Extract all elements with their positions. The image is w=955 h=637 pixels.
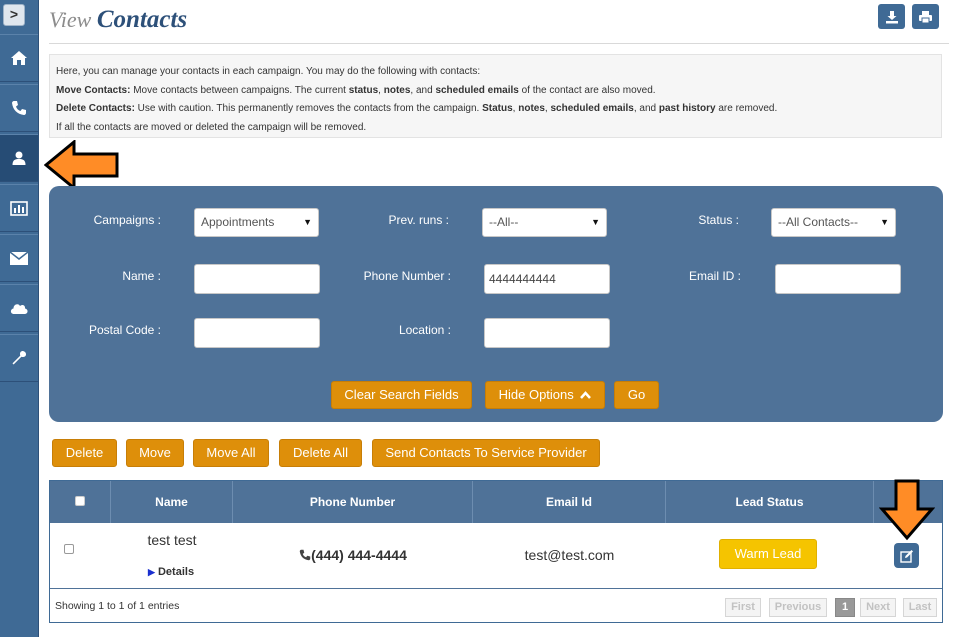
sidebar-item-tools[interactable] bbox=[0, 334, 38, 382]
email-id-input[interactable] bbox=[775, 264, 901, 294]
move-button[interactable]: Move bbox=[126, 439, 184, 467]
phone-icon bbox=[12, 101, 26, 115]
page-title-main: Contacts bbox=[96, 6, 188, 33]
print-button[interactable] bbox=[912, 4, 939, 29]
page-title: View Contacts bbox=[49, 6, 187, 34]
info-box: Here, you can manage your contacts in ea… bbox=[49, 54, 942, 138]
home-icon bbox=[11, 51, 27, 65]
info-line-delete: Delete Contacts: Use with caution. This … bbox=[56, 103, 778, 114]
contact-name: test test bbox=[147, 532, 197, 548]
phone-number-input[interactable]: 4444444444 bbox=[484, 264, 610, 294]
sidebar: > bbox=[0, 0, 39, 637]
select-all-cell bbox=[50, 481, 111, 523]
name-label: Name : bbox=[122, 269, 161, 283]
sidebar-item-home[interactable] bbox=[0, 34, 38, 82]
edit-icon bbox=[899, 549, 913, 563]
column-header-email[interactable]: Email Id bbox=[473, 481, 666, 523]
hide-options-button[interactable]: Hide Options bbox=[485, 381, 605, 409]
sidebar-toggle-button[interactable]: > bbox=[3, 4, 25, 26]
prev-runs-label: Prev. runs : bbox=[388, 213, 449, 227]
sidebar-item-reports[interactable] bbox=[0, 184, 38, 232]
wrench-icon bbox=[12, 350, 27, 365]
move-all-button[interactable]: Move All bbox=[193, 439, 269, 467]
info-line-removal: If all the contacts are moved or deleted… bbox=[56, 121, 367, 133]
phone-icon bbox=[299, 549, 311, 561]
send-to-service-provider-button[interactable]: Send Contacts To Service Provider bbox=[372, 439, 600, 467]
entries-info: Showing 1 to 1 of 1 entries bbox=[55, 600, 180, 612]
print-icon bbox=[919, 10, 932, 23]
page-title-prefix: View bbox=[49, 7, 92, 32]
sidebar-item-contacts[interactable] bbox=[0, 134, 38, 182]
pagination-first[interactable]: First bbox=[725, 598, 761, 617]
row-checkbox[interactable] bbox=[64, 544, 74, 554]
contact-email: test@test.com bbox=[524, 547, 615, 563]
pagination-last[interactable]: Last bbox=[903, 598, 937, 617]
postal-code-label: Postal Code : bbox=[88, 323, 161, 337]
sidebar-item-email[interactable] bbox=[0, 234, 38, 282]
clear-search-fields-button[interactable]: Clear Search Fields bbox=[331, 381, 472, 409]
table-header: Name Phone Number Email Id Lead Status bbox=[50, 481, 942, 523]
chevron-down-icon: ▼ bbox=[303, 217, 312, 227]
caret-right-icon: ▶ bbox=[148, 567, 155, 577]
chevron-up-icon bbox=[580, 391, 592, 399]
info-line-move: Move Contacts: Move contacts between cam… bbox=[56, 84, 656, 96]
table-footer: Showing 1 to 1 of 1 entries First Previo… bbox=[50, 589, 942, 622]
campaigns-label: Campaigns : bbox=[93, 213, 161, 227]
annotation-arrow-down bbox=[879, 479, 935, 541]
chevron-down-icon: ▼ bbox=[591, 217, 600, 227]
prev-runs-select[interactable]: --All-- ▼ bbox=[482, 208, 607, 237]
column-header-lead-status[interactable]: Lead Status bbox=[666, 481, 874, 523]
edit-contact-button[interactable] bbox=[894, 543, 919, 568]
pagination-page-1[interactable]: 1 bbox=[835, 598, 855, 617]
delete-all-button[interactable]: Delete All bbox=[279, 439, 362, 467]
lead-status-badge[interactable]: Warm Lead bbox=[719, 539, 817, 569]
postal-code-input[interactable] bbox=[194, 318, 320, 348]
sidebar-item-phone[interactable] bbox=[0, 84, 38, 132]
info-line-intro: Here, you can manage your contacts in ea… bbox=[56, 66, 481, 77]
pagination-previous[interactable]: Previous bbox=[769, 598, 827, 617]
details-link[interactable]: ▶ Details bbox=[148, 566, 194, 578]
search-panel: Campaigns : Appointments ▼ Prev. runs : -… bbox=[49, 186, 943, 422]
name-input[interactable] bbox=[194, 264, 320, 294]
cloud-icon bbox=[10, 304, 28, 314]
select-all-checkbox[interactable] bbox=[75, 496, 85, 506]
download-icon bbox=[885, 10, 898, 23]
column-header-phone[interactable]: Phone Number bbox=[233, 481, 473, 523]
location-label: Location : bbox=[398, 323, 451, 337]
email-id-label: Email ID : bbox=[688, 269, 741, 283]
campaigns-select[interactable]: Appointments ▼ bbox=[194, 208, 319, 237]
download-button[interactable] bbox=[878, 4, 905, 29]
chart-icon bbox=[10, 200, 28, 216]
user-icon bbox=[12, 151, 26, 165]
phone-number-label: Phone Number : bbox=[363, 269, 451, 283]
page-header: View Contacts bbox=[49, 0, 949, 44]
table-row: test test ▶ Details (444) 444-4444 test@… bbox=[50, 523, 942, 589]
contacts-table: Name Phone Number Email Id Lead Status t… bbox=[49, 480, 943, 623]
location-input[interactable] bbox=[484, 318, 610, 348]
status-label: Status : bbox=[698, 213, 739, 227]
pagination-next[interactable]: Next bbox=[860, 598, 896, 617]
status-select[interactable]: --All Contacts-- ▼ bbox=[771, 208, 896, 237]
sidebar-item-cloud[interactable] bbox=[0, 284, 38, 332]
go-button[interactable]: Go bbox=[614, 381, 659, 409]
envelope-icon bbox=[10, 251, 28, 265]
delete-button[interactable]: Delete bbox=[52, 439, 117, 467]
main-content: View Contacts Here, you can manage your … bbox=[39, 0, 955, 637]
column-header-name[interactable]: Name bbox=[111, 481, 233, 523]
chevron-down-icon: ▼ bbox=[880, 217, 889, 227]
contact-phone: (444) 444-4444 bbox=[233, 547, 473, 563]
